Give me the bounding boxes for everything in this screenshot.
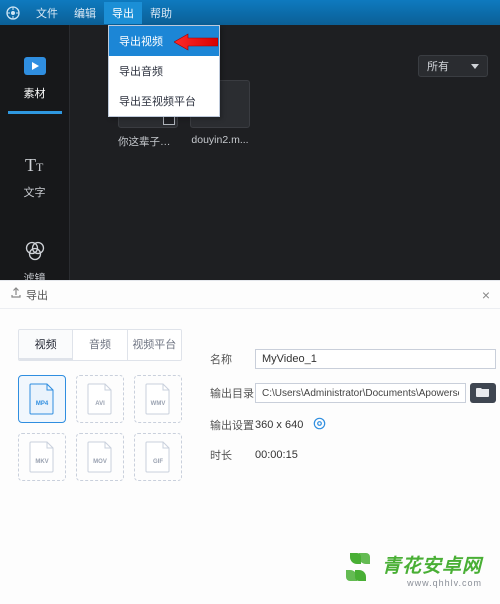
watermark-logo-icon <box>340 549 376 590</box>
export-header: 导出 × <box>0 281 500 309</box>
export-tabs: 视频 音频 视频平台 <box>18 329 182 361</box>
menu-edit[interactable]: 编辑 <box>66 2 104 24</box>
sidebar-item-filter[interactable]: 滤镜 <box>0 238 69 280</box>
svg-text:GIF: GIF <box>153 459 163 465</box>
format-mp4[interactable]: MP4 <box>18 375 66 423</box>
sidebar-item-label: 素材 <box>24 85 46 101</box>
text-icon: TT <box>23 152 47 178</box>
close-button[interactable]: × <box>482 287 490 303</box>
app-logo-icon <box>6 6 20 20</box>
export-panel: 导出 × 视频 音频 视频平台 MP4 AVI WMV MKV MOV <box>0 280 500 604</box>
resolution-value: 360 x 640 <box>255 419 303 431</box>
path-input[interactable] <box>255 383 466 403</box>
browse-folder-button[interactable] <box>470 383 496 403</box>
chevron-down-icon <box>471 60 479 72</box>
video-editor-pane: 文件 编辑 导出 帮助 导出视频 导出音频 导出至视频平台 素材 TT <box>0 0 500 280</box>
gear-icon <box>313 417 326 433</box>
watermark-text: 青花安卓网 <box>382 551 482 578</box>
path-label: 输出目录 <box>210 385 255 401</box>
svg-text:MKV: MKV <box>35 459 48 465</box>
export-form: 名称 输出目录 输出设置 360 x 640 <box>210 349 496 477</box>
filter-icon <box>24 238 46 264</box>
format-wmv[interactable]: WMV <box>134 375 182 423</box>
filter-dropdown-label: 所有 <box>427 58 449 74</box>
media-item-label: 你这辈子有... <box>118 134 178 149</box>
resolution-label: 输出设置 <box>210 417 255 433</box>
format-avi[interactable]: AVI <box>76 375 124 423</box>
menu-export[interactable]: 导出 <box>104 2 142 24</box>
format-gif[interactable]: GIF <box>134 433 182 481</box>
sidebar-item-media[interactable]: 素材 <box>0 53 69 114</box>
menu-help[interactable]: 帮助 <box>142 2 180 24</box>
svg-text:MOV: MOV <box>93 459 107 465</box>
play-icon <box>24 53 46 79</box>
close-icon: × <box>482 287 490 303</box>
svg-text:WMV: WMV <box>151 401 166 407</box>
name-input[interactable] <box>255 349 496 369</box>
sidebar-item-text[interactable]: TT 文字 <box>0 152 69 200</box>
watermark-url: www.qhhlv.com <box>407 578 482 588</box>
sidebar-item-label: 文字 <box>24 184 46 200</box>
tab-video[interactable]: 视频 <box>19 330 73 360</box>
dropdown-export-audio[interactable]: 导出音频 <box>109 56 219 86</box>
media-item-label: douyin2.m... <box>190 134 250 146</box>
format-mov[interactable]: MOV <box>76 433 124 481</box>
export-icon <box>10 287 22 302</box>
sidebar: 素材 TT 文字 滤镜 <box>0 25 70 280</box>
menu-bar: 文件 编辑 导出 帮助 <box>0 0 500 25</box>
settings-button[interactable] <box>313 417 326 433</box>
svg-text:T: T <box>36 160 44 174</box>
svg-text:T: T <box>25 155 36 175</box>
dropdown-export-video[interactable]: 导出视频 <box>109 26 219 56</box>
duration-label: 时长 <box>210 447 255 463</box>
svg-text:MP4: MP4 <box>36 401 49 407</box>
export-dropdown: 导出视频 导出音频 导出至视频平台 <box>108 25 220 117</box>
tab-audio[interactable]: 音频 <box>73 330 127 360</box>
sidebar-item-label: 滤镜 <box>24 270 46 280</box>
folder-icon <box>476 386 490 400</box>
duration-value: 00:00:15 <box>255 449 298 461</box>
dropdown-export-platform[interactable]: 导出至视频平台 <box>109 86 219 116</box>
svg-text:AVI: AVI <box>95 401 105 407</box>
filter-dropdown[interactable]: 所有 <box>418 55 488 77</box>
menu-file[interactable]: 文件 <box>28 2 66 24</box>
export-title: 导出 <box>26 287 48 303</box>
name-label: 名称 <box>210 351 255 367</box>
tab-platform[interactable]: 视频平台 <box>128 330 181 360</box>
format-mkv[interactable]: MKV <box>18 433 66 481</box>
watermark: 青花安卓网 www.qhhlv.com <box>340 549 482 590</box>
